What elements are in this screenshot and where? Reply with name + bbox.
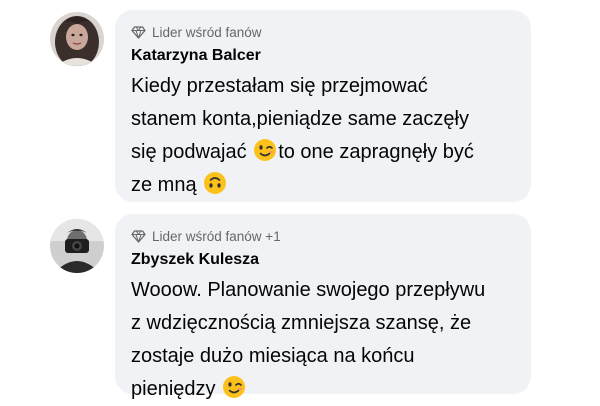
avatar[interactable] [50, 12, 104, 66]
top-fan-badge[interactable]: Lider wśród fanów [131, 23, 515, 41]
upside-down-face-icon [204, 172, 227, 194]
comment-bubble: Lider wśród fanów +1 Zbyszek Kulesza Woo… [115, 214, 531, 400]
comment-line: Wooow. Planowanie swojego przepływu [131, 279, 486, 301]
avatar[interactable] [50, 219, 104, 273]
author-name[interactable]: Zbyszek Kulesza [131, 250, 515, 270]
comment-line: Kiedy przestałam się przejmować [131, 75, 428, 97]
winking-face-icon [223, 376, 246, 398]
badge-label: Lider wśród fanów [152, 24, 262, 40]
comment-line: zostaje dużo miesiąca na końcu [131, 345, 415, 367]
avatar-photo [50, 12, 104, 66]
comment-text: Wooow. Planowanie swojego przepływu z wdz… [131, 274, 515, 406]
top-fan-badge[interactable]: Lider wśród fanów +1 [131, 227, 515, 245]
winking-face-icon [254, 139, 277, 161]
comment-line: to one zapragnęły być [278, 141, 474, 163]
comment-line: stanem konta,pieniądze same zaczęły [131, 108, 469, 130]
avatar-photo [50, 219, 104, 273]
comment-line: się podwajać [131, 141, 253, 163]
comment-line: z wdzięcznością zmniejsza szansę, że [131, 312, 472, 334]
diamond-icon [131, 25, 146, 39]
badge-label: Lider wśród fanów +1 [152, 228, 281, 244]
diamond-icon [131, 229, 146, 243]
author-name[interactable]: Katarzyna Balcer [131, 46, 515, 66]
comment-text: Kiedy przestałam się przejmować stanem ko… [131, 70, 515, 202]
comment-bubble: Lider wśród fanów Katarzyna Balcer Kiedy… [115, 10, 531, 202]
comment-line: pieniędzy [131, 378, 222, 400]
comment-line: ze mną [131, 174, 203, 196]
